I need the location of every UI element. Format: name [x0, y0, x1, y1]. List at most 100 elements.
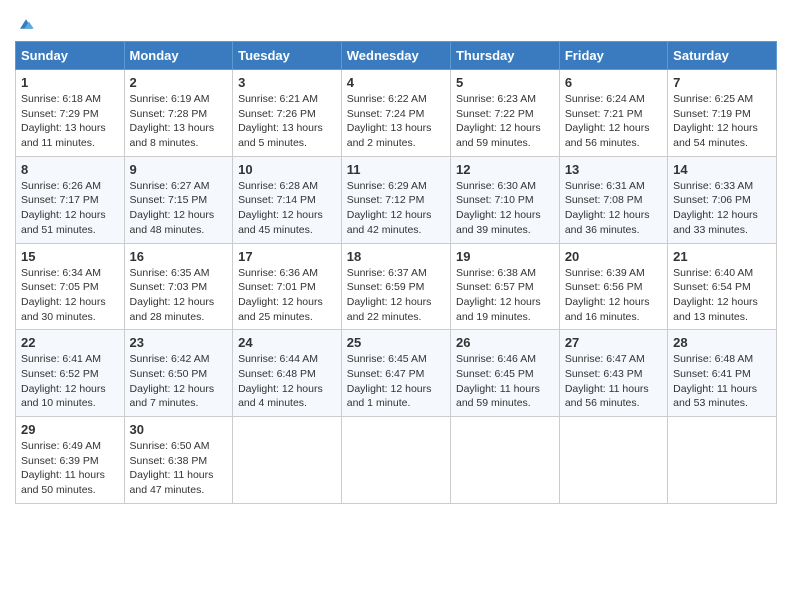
day-info: Sunrise: 6:37 AM Sunset: 6:59 PM Dayligh… [347, 266, 445, 325]
table-row: 29 Sunrise: 6:49 AM Sunset: 6:39 PM Dayli… [16, 417, 125, 504]
table-row: 12 Sunrise: 6:30 AM Sunset: 7:10 PM Dayli… [450, 156, 559, 243]
day-number: 3 [238, 75, 336, 90]
day-info: Sunrise: 6:36 AM Sunset: 7:01 PM Dayligh… [238, 266, 336, 325]
day-info: Sunrise: 6:18 AM Sunset: 7:29 PM Dayligh… [21, 92, 119, 151]
day-number: 29 [21, 422, 119, 437]
day-number: 10 [238, 162, 336, 177]
day-number: 2 [130, 75, 228, 90]
table-row: 9 Sunrise: 6:27 AM Sunset: 7:15 PM Daylig… [124, 156, 233, 243]
day-info: Sunrise: 6:28 AM Sunset: 7:14 PM Dayligh… [238, 179, 336, 238]
day-number: 26 [456, 335, 554, 350]
day-number: 6 [565, 75, 662, 90]
day-info: Sunrise: 6:26 AM Sunset: 7:17 PM Dayligh… [21, 179, 119, 238]
day-info: Sunrise: 6:50 AM Sunset: 6:38 PM Dayligh… [130, 439, 228, 498]
table-row: 20 Sunrise: 6:39 AM Sunset: 6:56 PM Dayli… [559, 243, 667, 330]
table-row: 26 Sunrise: 6:46 AM Sunset: 6:45 PM Dayli… [450, 330, 559, 417]
calendar-week-row: 22 Sunrise: 6:41 AM Sunset: 6:52 PM Dayli… [16, 330, 777, 417]
day-info: Sunrise: 6:35 AM Sunset: 7:03 PM Dayligh… [130, 266, 228, 325]
day-info: Sunrise: 6:29 AM Sunset: 7:12 PM Dayligh… [347, 179, 445, 238]
table-row: 19 Sunrise: 6:38 AM Sunset: 6:57 PM Dayli… [450, 243, 559, 330]
day-number: 7 [673, 75, 771, 90]
day-info: Sunrise: 6:21 AM Sunset: 7:26 PM Dayligh… [238, 92, 336, 151]
day-info: Sunrise: 6:30 AM Sunset: 7:10 PM Dayligh… [456, 179, 554, 238]
day-number: 15 [21, 249, 119, 264]
day-info: Sunrise: 6:27 AM Sunset: 7:15 PM Dayligh… [130, 179, 228, 238]
day-info: Sunrise: 6:49 AM Sunset: 6:39 PM Dayligh… [21, 439, 119, 498]
calendar-week-row: 15 Sunrise: 6:34 AM Sunset: 7:05 PM Dayli… [16, 243, 777, 330]
day-number: 11 [347, 162, 445, 177]
table-row: 3 Sunrise: 6:21 AM Sunset: 7:26 PM Daylig… [233, 70, 342, 157]
col-tuesday: Tuesday [233, 42, 342, 70]
day-number: 21 [673, 249, 771, 264]
day-number: 1 [21, 75, 119, 90]
table-row: 4 Sunrise: 6:22 AM Sunset: 7:24 PM Daylig… [341, 70, 450, 157]
table-row: 18 Sunrise: 6:37 AM Sunset: 6:59 PM Dayli… [341, 243, 450, 330]
day-number: 30 [130, 422, 228, 437]
table-row: 25 Sunrise: 6:45 AM Sunset: 6:47 PM Dayli… [341, 330, 450, 417]
day-info: Sunrise: 6:39 AM Sunset: 6:56 PM Dayligh… [565, 266, 662, 325]
table-row: 15 Sunrise: 6:34 AM Sunset: 7:05 PM Dayli… [16, 243, 125, 330]
logo [15, 10, 35, 33]
day-info: Sunrise: 6:24 AM Sunset: 7:21 PM Dayligh… [565, 92, 662, 151]
table-row: 21 Sunrise: 6:40 AM Sunset: 6:54 PM Dayli… [668, 243, 777, 330]
day-info: Sunrise: 6:34 AM Sunset: 7:05 PM Dayligh… [21, 266, 119, 325]
table-row: 5 Sunrise: 6:23 AM Sunset: 7:22 PM Daylig… [450, 70, 559, 157]
day-info: Sunrise: 6:47 AM Sunset: 6:43 PM Dayligh… [565, 352, 662, 411]
table-row: 23Sunrise: 6:42 AM Sunset: 6:50 PM Dayli… [124, 330, 233, 417]
logo-icon [17, 15, 35, 33]
col-wednesday: Wednesday [341, 42, 450, 70]
day-number: 27 [565, 335, 662, 350]
table-row [450, 417, 559, 504]
day-number: 22 [21, 335, 119, 350]
day-info: Sunrise: 6:25 AM Sunset: 7:19 PM Dayligh… [673, 92, 771, 151]
col-saturday: Saturday [668, 42, 777, 70]
day-number: 19 [456, 249, 554, 264]
day-number: 12 [456, 162, 554, 177]
day-number: 20 [565, 249, 662, 264]
table-row: 24Sunrise: 6:44 AM Sunset: 6:48 PM Dayli… [233, 330, 342, 417]
table-row: 13 Sunrise: 6:31 AM Sunset: 7:08 PM Dayli… [559, 156, 667, 243]
calendar-week-row: 8 Sunrise: 6:26 AM Sunset: 7:17 PM Daylig… [16, 156, 777, 243]
day-info: Sunrise: 6:22 AM Sunset: 7:24 PM Dayligh… [347, 92, 445, 151]
day-info: Sunrise: 6:42 AM Sunset: 6:50 PM Dayligh… [130, 352, 228, 411]
calendar-week-row: 1 Sunrise: 6:18 AM Sunset: 7:29 PM Daylig… [16, 70, 777, 157]
table-row: 8 Sunrise: 6:26 AM Sunset: 7:17 PM Daylig… [16, 156, 125, 243]
day-info: Sunrise: 6:31 AM Sunset: 7:08 PM Dayligh… [565, 179, 662, 238]
table-row: 1 Sunrise: 6:18 AM Sunset: 7:29 PM Daylig… [16, 70, 125, 157]
table-row: 28 Sunrise: 6:48 AM Sunset: 6:41 PM Dayli… [668, 330, 777, 417]
table-row [668, 417, 777, 504]
day-info: Sunrise: 6:48 AM Sunset: 6:41 PM Dayligh… [673, 352, 771, 411]
day-info: Sunrise: 6:33 AM Sunset: 7:06 PM Dayligh… [673, 179, 771, 238]
col-friday: Friday [559, 42, 667, 70]
day-info: Sunrise: 6:45 AM Sunset: 6:47 PM Dayligh… [347, 352, 445, 411]
page-header [15, 10, 777, 33]
day-number: 25 [347, 335, 445, 350]
day-number: 16 [130, 249, 228, 264]
day-info: Sunrise: 6:46 AM Sunset: 6:45 PM Dayligh… [456, 352, 554, 411]
day-info: Sunrise: 6:41 AM Sunset: 6:52 PM Dayligh… [21, 352, 119, 411]
day-number: 17 [238, 249, 336, 264]
day-number: 5 [456, 75, 554, 90]
day-number: 18 [347, 249, 445, 264]
calendar-header-row: Sunday Monday Tuesday Wednesday Thursday… [16, 42, 777, 70]
table-row [341, 417, 450, 504]
col-sunday: Sunday [16, 42, 125, 70]
day-info: Sunrise: 6:38 AM Sunset: 6:57 PM Dayligh… [456, 266, 554, 325]
table-row: 2 Sunrise: 6:19 AM Sunset: 7:28 PM Daylig… [124, 70, 233, 157]
table-row: 7 Sunrise: 6:25 AM Sunset: 7:19 PM Daylig… [668, 70, 777, 157]
table-row: 6 Sunrise: 6:24 AM Sunset: 7:21 PM Daylig… [559, 70, 667, 157]
day-number: 4 [347, 75, 445, 90]
day-info: Sunrise: 6:23 AM Sunset: 7:22 PM Dayligh… [456, 92, 554, 151]
table-row: 16 Sunrise: 6:35 AM Sunset: 7:03 PM Dayli… [124, 243, 233, 330]
table-row: 11 Sunrise: 6:29 AM Sunset: 7:12 PM Dayli… [341, 156, 450, 243]
day-number: 13 [565, 162, 662, 177]
day-info: Sunrise: 6:19 AM Sunset: 7:28 PM Dayligh… [130, 92, 228, 151]
table-row: 14Sunrise: 6:33 AM Sunset: 7:06 PM Dayli… [668, 156, 777, 243]
col-monday: Monday [124, 42, 233, 70]
day-number: 9 [130, 162, 228, 177]
day-number: 28 [673, 335, 771, 350]
table-row: 17 Sunrise: 6:36 AM Sunset: 7:01 PM Dayli… [233, 243, 342, 330]
day-number: 8 [21, 162, 119, 177]
day-info: Sunrise: 6:40 AM Sunset: 6:54 PM Dayligh… [673, 266, 771, 325]
table-row: 30 Sunrise: 6:50 AM Sunset: 6:38 PM Dayli… [124, 417, 233, 504]
